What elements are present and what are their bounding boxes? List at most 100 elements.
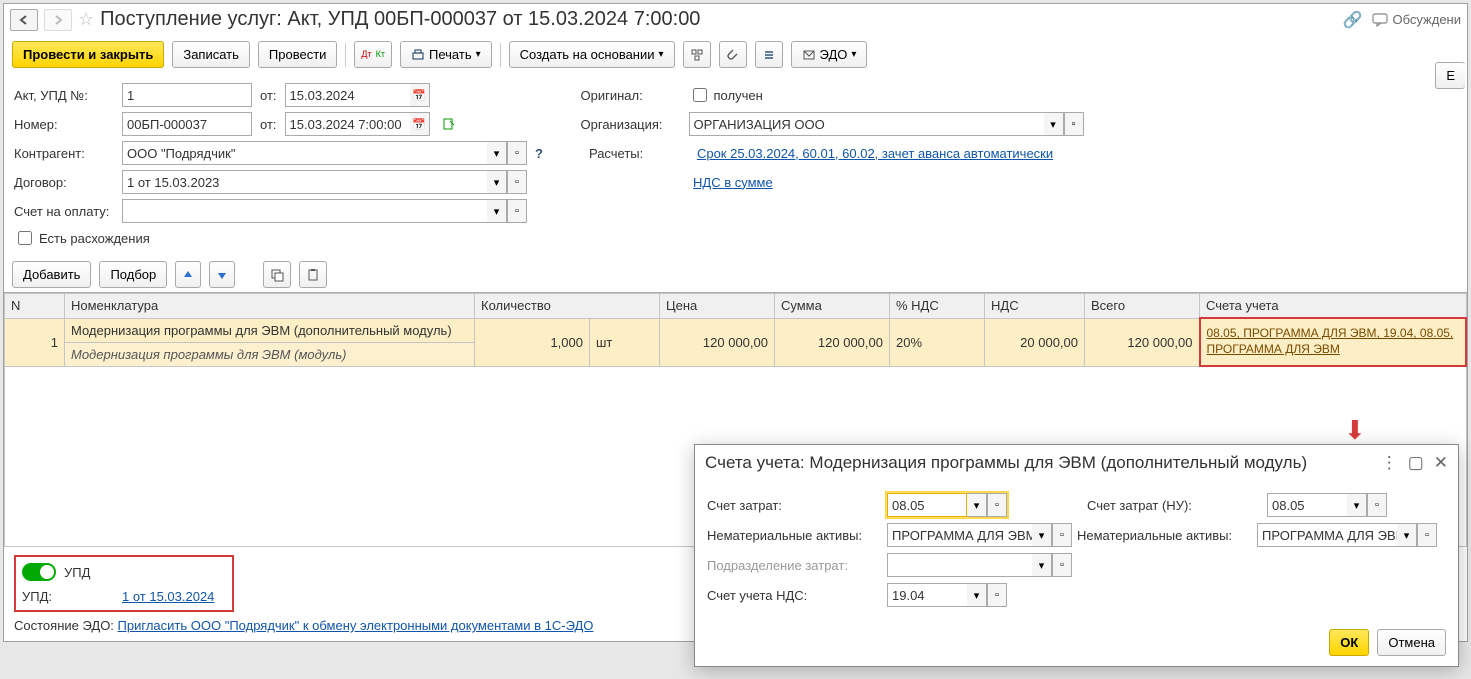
open-icon[interactable]: ▫ [1052,553,1072,577]
open-icon[interactable]: ▫ [1064,112,1084,136]
edo-button[interactable]: ЭДО ▾ [791,41,868,68]
cancel-button[interactable]: Отмена [1377,629,1446,656]
open-icon[interactable]: ▫ [987,493,1007,517]
nma2-input[interactable]: ПРОГРАММА ДЛЯ ЭВІ ▾ ▫ [1257,523,1437,547]
open-icon[interactable]: ▫ [1052,523,1072,547]
col-price[interactable]: Цена [660,294,775,319]
help-icon[interactable]: ? [535,146,543,161]
dropdown-icon[interactable]: ▾ [1032,523,1052,547]
org-input[interactable]: ОРГАНИЗАЦИЯ ООО ▾ ▫ [689,112,1084,136]
paste-button[interactable] [299,261,327,288]
dept-input[interactable]: ▾ ▫ [887,553,1072,577]
edit-date-button[interactable] [438,112,460,136]
cell-unit[interactable]: шт [590,318,660,366]
cell-accounts[interactable]: 08.05, ПРОГРАММА ДЛЯ ЭВМ, 19.04, 08.05, … [1200,318,1467,366]
calendar-icon[interactable]: 📅 [410,112,430,136]
col-vat[interactable]: НДС [985,294,1085,319]
col-vat-pct[interactable]: % НДС [890,294,985,319]
list-button[interactable] [755,41,783,68]
table-row[interactable]: 1 Модернизация программы для ЭВМ (дополн… [5,318,1467,342]
attach-button[interactable] [719,41,747,68]
cell-qty[interactable]: 1,000 [475,318,590,366]
more-icon[interactable]: ⋮ [1381,453,1398,473]
received-checkbox[interactable]: получен [689,85,763,105]
counterparty-input[interactable]: ООО "Подрядчик" ▾ ▫ [122,141,527,165]
cell-sum[interactable]: 120 000,00 [775,318,890,366]
dropdown-icon[interactable]: ▾ [487,199,507,223]
calc-link[interactable]: Срок 25.03.2024, 60.01, 60.02, зачет ава… [697,146,1053,161]
discrepancy-checkbox[interactable]: Есть расхождения [14,228,150,248]
dropdown-icon[interactable]: ▾ [1044,112,1064,136]
dropdown-icon[interactable]: ▾ [487,141,507,165]
original-label: Оригинал: [581,88,681,103]
move-up-button[interactable] [175,261,201,288]
nav-forward-button[interactable] [44,9,72,31]
post-button[interactable]: Провести [258,41,338,68]
post-and-close-button[interactable]: Провести и закрыть [12,41,164,68]
vat-mode-link[interactable]: НДС в сумме [693,175,773,190]
struct-button[interactable] [683,41,711,68]
dropdown-icon[interactable]: ▾ [1347,493,1367,517]
upd-toggle-label: УПД [64,565,90,580]
accounts-link[interactable]: 08.05, ПРОГРАММА ДЛЯ ЭВМ, 19.04, 08.05, … [1207,326,1460,357]
link-icon[interactable]: 🔗 [1343,10,1363,30]
select-button[interactable]: Подбор [99,261,167,288]
cell-vat-pct[interactable]: 20% [890,318,985,366]
copy-button[interactable] [263,261,291,288]
contract-input[interactable]: 1 от 15.03.2023 ▾ ▫ [122,170,527,194]
close-icon[interactable]: ✕ [1434,453,1448,473]
col-nomenclature[interactable]: Номенклатура [65,294,475,319]
nav-back-button[interactable] [10,9,38,31]
col-total[interactable]: Всего [1085,294,1200,319]
number-input[interactable]: 00БП-000037 [122,112,252,136]
discuss-icon[interactable]: Обсуждени [1372,12,1461,27]
dropdown-icon[interactable]: ▾ [967,583,987,607]
cell-name[interactable]: Модернизация программы для ЭВМ (дополнит… [65,318,475,342]
more-button[interactable]: Е [1435,62,1465,89]
open-icon[interactable]: ▫ [507,170,527,194]
upd-link[interactable]: 1 от 15.03.2024 [122,589,214,604]
cell-price[interactable]: 120 000,00 [660,318,775,366]
cell-total[interactable]: 120 000,00 [1085,318,1200,366]
move-down-button[interactable] [209,261,235,288]
dropdown-icon[interactable]: ▾ [1032,553,1052,577]
save-button[interactable]: Записать [172,41,250,68]
col-qty[interactable]: Количество [475,294,660,319]
col-accounts[interactable]: Счета учета [1200,294,1467,319]
open-icon[interactable]: ▫ [1417,523,1437,547]
create-based-button[interactable]: Создать на основании ▾ [509,41,675,68]
maximize-icon[interactable]: ▢ [1408,453,1424,473]
dropdown-icon[interactable]: ▾ [1397,523,1417,547]
edo-invite-link[interactable]: Пригласить ООО "Подрядчик" к обмену элек… [118,618,594,633]
open-icon[interactable]: ▫ [987,583,1007,607]
dropdown-icon[interactable]: ▾ [487,170,507,194]
calendar-icon[interactable]: 📅 [410,83,430,107]
ok-button[interactable]: ОК [1329,629,1369,656]
akt-date-input[interactable]: 15.03.2024 📅 [285,83,430,107]
print-button[interactable]: Печать ▾ [400,41,492,68]
vat-acc-input[interactable]: 19.04 ▾ ▫ [887,583,1007,607]
col-n[interactable]: N [5,294,65,319]
cost-acc-input[interactable]: 08.05 ▾ ▫ [887,493,1007,517]
favorite-icon[interactable]: ☆ [78,9,94,30]
open-icon[interactable]: ▫ [1367,493,1387,517]
cost-acc-nu-input[interactable]: 08.05 ▾ ▫ [1267,493,1387,517]
akt-number-input[interactable]: 1 [122,83,252,107]
cell-name2[interactable]: Модернизация программы для ЭВМ (модуль) [65,342,475,366]
received-label: получен [714,88,763,103]
dropdown-icon[interactable]: ▾ [967,493,987,517]
vat-acc-label: Счет учета НДС: [707,588,877,603]
col-sum[interactable]: Сумма [775,294,890,319]
from-label-1: от: [260,88,277,103]
nma-input[interactable]: ПРОГРАММА ДЛЯ ЭВМ ▾ ▫ [887,523,1072,547]
table-toolbar: Добавить Подбор [4,257,1467,292]
cell-vat[interactable]: 20 000,00 [985,318,1085,366]
invoice-input[interactable]: ▾ ▫ [122,199,527,223]
open-icon[interactable]: ▫ [507,199,527,223]
open-icon[interactable]: ▫ [507,141,527,165]
add-row-button[interactable]: Добавить [12,261,91,288]
dt-kt-button[interactable]: ДтКт [354,41,392,68]
number-date-input[interactable]: 15.03.2024 7:00:00 📅 [285,112,430,136]
upd-toggle[interactable] [22,563,56,581]
contract-label: Договор: [14,175,114,190]
